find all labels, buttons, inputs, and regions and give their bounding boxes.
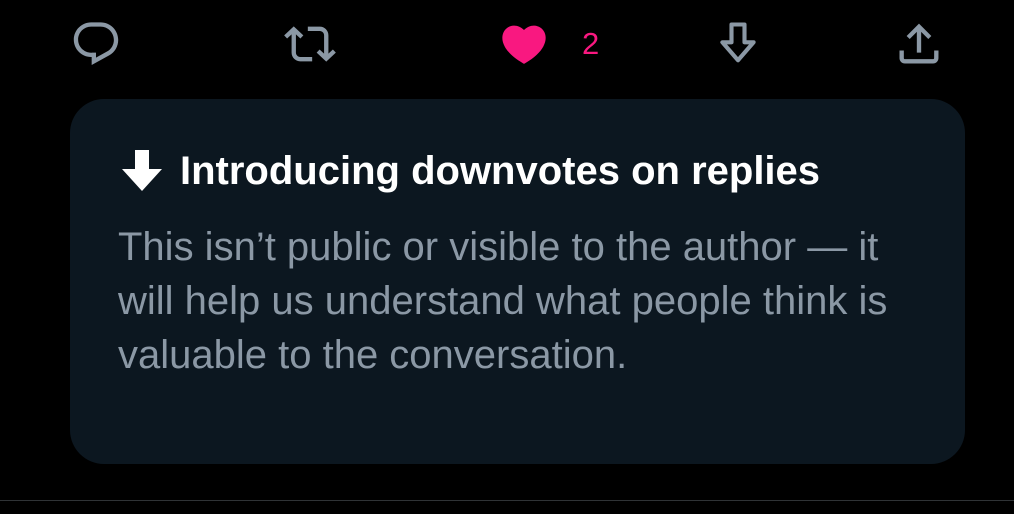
share-icon bbox=[899, 23, 939, 64]
like-button[interactable]: 2 bbox=[496, 18, 599, 70]
share-button[interactable] bbox=[891, 18, 947, 70]
reply-button[interactable] bbox=[70, 18, 122, 70]
tweet-action-bar: 2 bbox=[0, 0, 1014, 88]
retweet-icon bbox=[284, 26, 336, 62]
heart-icon bbox=[502, 25, 546, 64]
notice-body: This isn’t public or visible to the auth… bbox=[118, 225, 888, 377]
arrow-down-icon bbox=[122, 150, 162, 191]
retweet-button[interactable] bbox=[282, 18, 338, 70]
downvote-button[interactable] bbox=[712, 18, 764, 70]
divider bbox=[0, 500, 1014, 501]
like-count: 2 bbox=[582, 26, 600, 61]
downvote-notice-card: Introducing downvotes on replies This is… bbox=[70, 99, 965, 464]
arrow-down-icon bbox=[720, 22, 756, 63]
reply-icon bbox=[73, 22, 119, 66]
notice-heading: Introducing downvotes on replies bbox=[122, 141, 820, 201]
notice-title: Introducing downvotes on replies bbox=[180, 149, 821, 193]
